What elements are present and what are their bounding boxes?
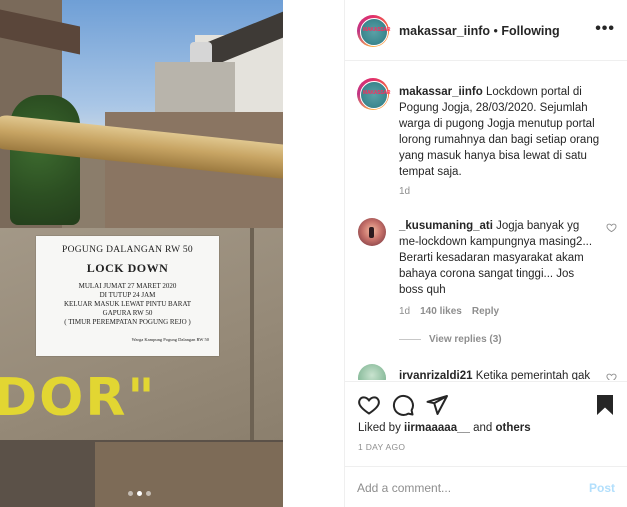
avatar-figure: [369, 227, 374, 238]
liked-by-user[interactable]: iirmaaaaa__: [404, 422, 470, 434]
comment-username[interactable]: irvanrizaldi21: [399, 370, 473, 380]
replies-line: [399, 339, 421, 340]
notice-title: POGUNG DALANGAN RW 50: [62, 245, 193, 255]
following-button[interactable]: Following: [501, 24, 559, 38]
comment-avatar[interactable]: [358, 218, 386, 246]
comment-like-heart-icon[interactable]: [606, 372, 617, 380]
more-options-icon[interactable]: •••: [595, 20, 615, 38]
comments-list[interactable]: MAKASSAR makassar_iinfo Lockdown portal …: [345, 62, 627, 380]
avatar-text: MAKASSAR: [363, 27, 391, 33]
wood-bottom: [95, 442, 283, 507]
post-date[interactable]: 1 DAY AGO: [358, 442, 405, 452]
comment-username[interactable]: _kusumaning_ati: [399, 220, 493, 232]
header-username[interactable]: makassar_iinfo: [399, 24, 490, 38]
action-bar: [345, 381, 627, 421]
trees: [10, 95, 80, 225]
caption-text: Lockdown portal di Pogung Jogja, 28/03/2…: [399, 86, 600, 178]
carousel-dot: [146, 491, 151, 496]
heart-icon[interactable]: [357, 393, 381, 417]
liked-by-prefix: Liked by: [358, 422, 405, 434]
notice-line: MULAI JUMAT 27 MARET 2020: [78, 282, 177, 290]
comment-text: Ketika pemerintah gak: [475, 370, 591, 380]
carousel-indicator: [128, 491, 151, 496]
comment-time[interactable]: 1d: [399, 306, 410, 317]
post-header: MAKASSAR makassar_iinfo • Following •••: [345, 0, 627, 61]
view-replies-button[interactable]: View replies (3): [399, 334, 502, 345]
comment-like-heart-icon[interactable]: [606, 222, 617, 233]
carousel-dot: [128, 491, 133, 496]
caption: makassar_iinfo Lockdown portal di Pogung…: [399, 84, 609, 180]
comment-input[interactable]: [357, 479, 557, 497]
comment: irvanrizaldi21 Ketika pemerintah gak: [399, 368, 599, 380]
post-details-panel: MAKASSAR makassar_iinfo • Following ••• …: [345, 0, 627, 507]
avatar-text: MAKASSAR: [363, 90, 391, 96]
lockdown-notice: POGUNG DALANGAN RW 50 LOCK DOWN MULAI JU…: [36, 236, 219, 356]
board-seam: [250, 228, 254, 440]
notice-line: DI TUTUP 24 JAM: [99, 291, 156, 299]
reply-button[interactable]: Reply: [472, 306, 499, 317]
graffiti-text: DOR": [0, 368, 157, 428]
view-replies-label: View replies (3): [429, 334, 502, 345]
carousel-dot-active: [137, 491, 142, 496]
comment: _kusumaning_ati Jogja banyak yg me-lockd…: [399, 218, 599, 298]
comment-avatar[interactable]: [358, 364, 386, 380]
caption-timestamp[interactable]: 1d: [399, 186, 410, 197]
header-user-line: makassar_iinfo • Following: [399, 24, 560, 38]
add-comment-bar: Post: [345, 466, 627, 507]
comment-icon[interactable]: [391, 393, 415, 417]
liked-by-others[interactable]: others: [495, 422, 530, 434]
notice-body: MULAI JUMAT 27 MARET 2020 DI TUTUP 24 JA…: [36, 282, 219, 327]
bookmark-icon[interactable]: [593, 393, 617, 417]
paper-plane-icon[interactable]: [425, 393, 449, 417]
avatar[interactable]: MAKASSAR: [357, 15, 391, 47]
notice-heading: LOCK DOWN: [86, 261, 169, 275]
post-button[interactable]: Post: [589, 481, 615, 495]
notice-signature: Warga Kampung Pogung Dalangan RW 50: [131, 337, 209, 342]
notice-line: GAPURA RW 50: [102, 309, 153, 317]
header-separator: •: [490, 24, 502, 38]
likes-summary: Liked by iirmaaaaa__ and others: [358, 422, 531, 434]
post-photo[interactable]: DOR" POGUNG DALANGAN RW 50 LOCK DOWN MUL…: [0, 0, 283, 507]
comment-likes[interactable]: 140 likes: [420, 306, 462, 317]
notice-line: ( TIMUR PEREMPATAN POGUNG REJO ): [64, 318, 191, 326]
notice-line: KELUAR MASUK LEWAT PINTU BARAT: [63, 300, 192, 308]
comment-meta: 1d 140 likes Reply: [399, 306, 499, 317]
caption-avatar[interactable]: MAKASSAR: [357, 78, 391, 110]
liked-by-and: and: [469, 422, 496, 434]
caption-username[interactable]: makassar_iinfo: [399, 86, 483, 98]
